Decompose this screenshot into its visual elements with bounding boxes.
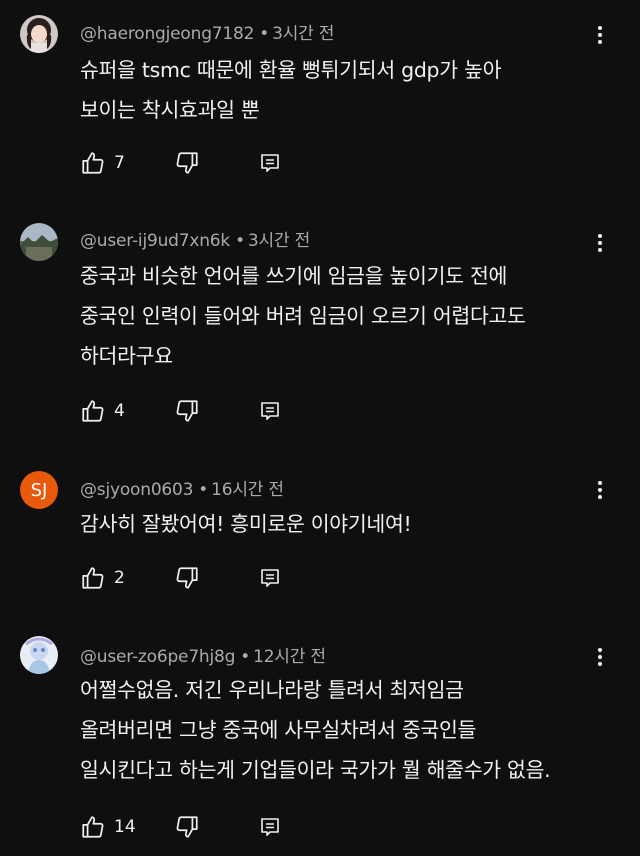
thumbs-down-icon xyxy=(176,567,198,589)
comment-item: @user-ij9ud7xn6k • 3시간 전 중국과 비슷한 언어를 쓰기에 임… xyxy=(0,205,640,455)
comment-menu-button[interactable] xyxy=(588,230,612,256)
comment-author[interactable]: @user-ij9ud7xn6k xyxy=(80,231,230,251)
comment-line: 중국과 비슷한 언어를 쓰기에 임금을 높이기도 전에 xyxy=(80,264,508,288)
avatar[interactable] xyxy=(20,15,58,53)
comment-meta: @user-ij9ud7xn6k • 3시간 전 xyxy=(80,231,311,251)
comment-actions: 2 xyxy=(80,563,300,593)
like-button[interactable]: 2 xyxy=(80,563,125,593)
more-vert-icon xyxy=(598,26,602,30)
comment-meta: @haerongjeong7182 • 3시간 전 xyxy=(80,24,335,44)
like-button[interactable]: 7 xyxy=(80,148,125,178)
comment-line: 중국인 인력이 들어와 버려 임금이 오르기 어렵다고도 xyxy=(80,304,526,328)
comment-time: 3시간 전 xyxy=(247,231,311,251)
like-count: 14 xyxy=(114,817,136,837)
comment-author[interactable]: @haerongjeong7182 xyxy=(80,24,254,44)
comment-author[interactable]: @sjyoon0603 xyxy=(80,480,193,500)
comment-line: 보이는 착시효과일 뿐 xyxy=(80,98,260,122)
comment-actions: 4 xyxy=(80,396,300,426)
comment-line: 하더라구요 xyxy=(80,344,173,368)
comment-text: 어쩔수없음. 저긴 우리나라랑 틀려서 최저임금 올려버리면 그냥 중국에 사무… xyxy=(80,670,620,790)
like-count: 2 xyxy=(114,568,125,588)
comment-author[interactable]: @user-zo6pe7hj8g xyxy=(80,647,235,667)
thumbs-up-icon xyxy=(82,567,104,589)
comment-item: @haerongjeong7182 • 3시간 전 슈퍼을 tsmc 때문에 환율 … xyxy=(0,0,640,190)
thumbs-down-icon xyxy=(176,152,198,174)
comment-line: 어쩔수없음. 저긴 우리나라랑 틀려서 최저임금 xyxy=(80,678,464,702)
comment-line: 올려버리면 그냥 중국에 사무실차려서 중국인들 xyxy=(80,718,477,742)
dislike-button[interactable] xyxy=(174,396,200,426)
more-vert-icon xyxy=(598,234,602,238)
reply-button[interactable] xyxy=(258,563,282,593)
comment-menu-button[interactable] xyxy=(588,477,612,503)
comment-meta: @sjyoon0603 • 16시간 전 xyxy=(80,480,284,500)
avatar[interactable]: SJ xyxy=(20,471,58,509)
comment-line: 감사히 잘봤어여! 흥미로운 이야기네여! xyxy=(80,512,412,536)
like-button[interactable]: 4 xyxy=(80,396,125,426)
like-button[interactable]: 14 xyxy=(80,812,136,842)
comment-time: 3시간 전 xyxy=(272,24,335,44)
dislike-button[interactable] xyxy=(174,148,200,178)
comment-actions: 14 xyxy=(80,812,300,842)
reply-icon xyxy=(261,402,279,420)
dislike-button[interactable] xyxy=(174,812,200,842)
comment-time: 16시간 전 xyxy=(211,480,284,500)
thumbs-up-icon xyxy=(82,152,104,174)
reply-button[interactable] xyxy=(258,148,282,178)
avatar[interactable] xyxy=(20,636,58,674)
avatar[interactable] xyxy=(20,223,58,261)
comment-text: 중국과 비슷한 언어를 쓰기에 임금을 높이기도 전에 중국인 인력이 들어와 … xyxy=(80,256,620,376)
comment-line: 슈퍼을 tsmc 때문에 환율 뻥튀기되서 gdp가 높아 xyxy=(80,58,502,82)
like-count: 7 xyxy=(114,153,125,173)
thumbs-down-icon xyxy=(176,400,198,422)
reply-button[interactable] xyxy=(258,396,282,426)
comment-item: @user-zo6pe7hj8g • 12시간 전 어쩔수없음. 저긴 우리나라랑 … xyxy=(0,620,640,856)
thumbs-down-icon xyxy=(176,816,198,838)
reply-icon xyxy=(261,818,279,836)
thumbs-up-icon xyxy=(82,816,104,838)
reply-button[interactable] xyxy=(258,812,282,842)
reply-icon xyxy=(261,569,279,587)
thumbs-up-icon xyxy=(82,400,104,422)
comment-text: 감사히 잘봤어여! 흥미로운 이야기네여! xyxy=(80,504,620,544)
comment-meta: @user-zo6pe7hj8g • 12시간 전 xyxy=(80,647,326,667)
comment-menu-button[interactable] xyxy=(588,22,612,48)
like-count: 4 xyxy=(114,401,125,421)
more-vert-icon xyxy=(598,481,602,485)
comment-actions: 7 xyxy=(80,148,300,178)
dislike-button[interactable] xyxy=(174,563,200,593)
more-vert-icon xyxy=(598,648,602,652)
comment-menu-button[interactable] xyxy=(588,644,612,670)
comment-time: 12시간 전 xyxy=(253,647,326,667)
comment-item: SJ @sjyoon0603 • 16시간 전 감사히 잘봤어여! 흥미로운 이야기… xyxy=(0,455,640,620)
reply-icon xyxy=(261,154,279,172)
avatar-initials: SJ xyxy=(30,479,48,501)
comment-text: 슈퍼을 tsmc 때문에 환율 뻥튀기되서 gdp가 높아 보이는 착시효과일 … xyxy=(80,50,620,130)
comment-line: 일시킨다고 하는게 기업들이라 국가가 뭘 해줄수가 없음. xyxy=(80,758,551,782)
